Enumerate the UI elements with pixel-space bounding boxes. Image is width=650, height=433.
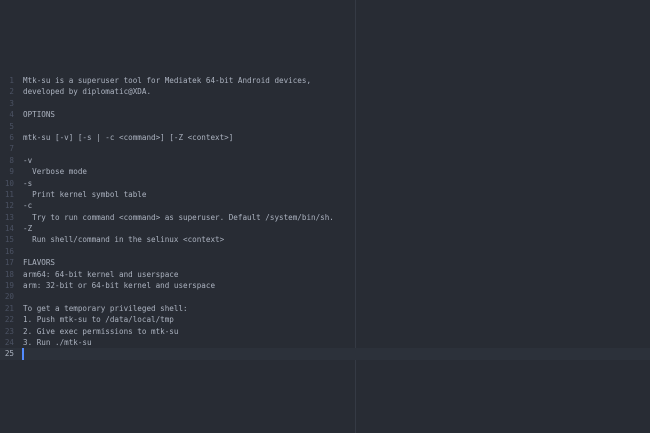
line-number: 20 (4, 292, 14, 302)
line-number: 23 (4, 326, 14, 336)
line-number: 12 (4, 201, 14, 211)
line-text: -Z (23, 224, 33, 234)
line-text: -c (23, 201, 33, 211)
code-line[interactable]: 14 -Z (0, 223, 650, 234)
line-number: 5 (9, 121, 14, 131)
code-line[interactable]: 18 arm64: 64-bit kernel and userspace (0, 269, 650, 280)
line-text: OPTIONS (23, 110, 56, 120)
line-number: 22 (4, 315, 14, 325)
line-text: 3. Run ./mtk-su (23, 337, 92, 347)
code-line[interactable]: 6 mtk-su [-v] [-s | -c <command>] [-Z <co… (0, 132, 650, 143)
code-line[interactable]: 1 Mtk-su is a superuser tool for Mediatek… (0, 75, 650, 86)
code-line-active[interactable]: 25 (0, 348, 650, 360)
text-cursor (22, 348, 24, 360)
code-line[interactable]: 24 3. Run ./mtk-su (0, 337, 650, 348)
code-line[interactable]: 2 developed by diplomatic@XDA. (0, 86, 650, 97)
line-text: arm64: 64-bit kernel and userspace (23, 269, 179, 279)
line-number: 8 (9, 155, 14, 165)
line-text: mtk-su [-v] [-s | -c <command>] [-Z <con… (23, 132, 234, 142)
code-line[interactable]: 8 -v (0, 155, 650, 166)
line-number: 10 (4, 178, 14, 188)
code-line[interactable]: 13 Try to run command <command> as super… (0, 212, 650, 223)
code-line[interactable]: 22 1. Push mtk-su to /data/local/tmp (0, 314, 650, 325)
line-number: 19 (4, 281, 14, 291)
line-number: 16 (4, 246, 14, 256)
line-number: 4 (9, 110, 14, 120)
code-line[interactable]: 23 2. Give exec permissions to mtk-su (0, 326, 650, 337)
line-text: Try to run command <command> as superuse… (23, 212, 334, 222)
code-line[interactable]: 7 (0, 143, 650, 154)
line-number: 15 (4, 235, 14, 245)
line-number: 25 (4, 349, 14, 359)
line-number: 21 (4, 303, 14, 313)
line-number: 6 (9, 132, 14, 142)
code-line[interactable]: 17 FLAVORS (0, 257, 650, 268)
line-number: 7 (9, 144, 14, 154)
code-line[interactable]: 9 Verbose mode (0, 166, 650, 177)
code-lines[interactable]: 1 Mtk-su is a superuser tool for Mediatek… (0, 75, 650, 360)
line-number: 14 (4, 224, 14, 234)
line-text: -s (23, 178, 33, 188)
line-text: Mtk-su is a superuser tool for Mediatek … (23, 76, 312, 85)
code-line[interactable]: 5 (0, 121, 650, 132)
line-number: 9 (9, 167, 14, 177)
line-text: -v (23, 155, 33, 165)
line-text: FLAVORS (23, 258, 56, 268)
line-text: 1. Push mtk-su to /data/local/tmp (23, 315, 174, 325)
code-line[interactable]: 11 Print kernel symbol table (0, 189, 650, 200)
code-line[interactable]: 4 OPTIONS (0, 109, 650, 120)
line-text: Verbose mode (23, 167, 88, 177)
code-line[interactable]: 19 arm: 32-bit or 64-bit kernel and users… (0, 280, 650, 291)
code-editor[interactable]: 1 Mtk-su is a superuser tool for Mediatek… (0, 0, 650, 433)
line-number: 24 (4, 337, 14, 347)
line-number: 11 (4, 189, 14, 199)
code-line[interactable]: 10 -s (0, 178, 650, 189)
line-text: To get a temporary privileged shell: (23, 303, 188, 313)
code-line[interactable]: 16 (0, 246, 650, 257)
code-line[interactable]: 12 -c (0, 200, 650, 211)
line-text: Print kernel symbol table (23, 189, 147, 199)
code-line[interactable]: 21 To get a temporary privileged shell: (0, 303, 650, 314)
line-text: Run shell/command in the selinux <contex… (23, 235, 225, 245)
line-number: 2 (9, 87, 14, 97)
code-line[interactable]: 15 Run shell/command in the selinux <con… (0, 234, 650, 245)
code-line[interactable]: 3 (0, 98, 650, 109)
line-text: 2. Give exec permissions to mtk-su (23, 326, 179, 336)
line-number: 3 (9, 98, 14, 108)
line-number: 18 (4, 269, 14, 279)
line-number: 13 (4, 212, 14, 222)
line-number: 1 (9, 76, 14, 85)
line-text: developed by diplomatic@XDA. (23, 87, 152, 97)
line-text: arm: 32-bit or 64-bit kernel and userspa… (23, 281, 216, 291)
code-line[interactable]: 20 (0, 291, 650, 302)
line-number: 17 (4, 258, 14, 268)
